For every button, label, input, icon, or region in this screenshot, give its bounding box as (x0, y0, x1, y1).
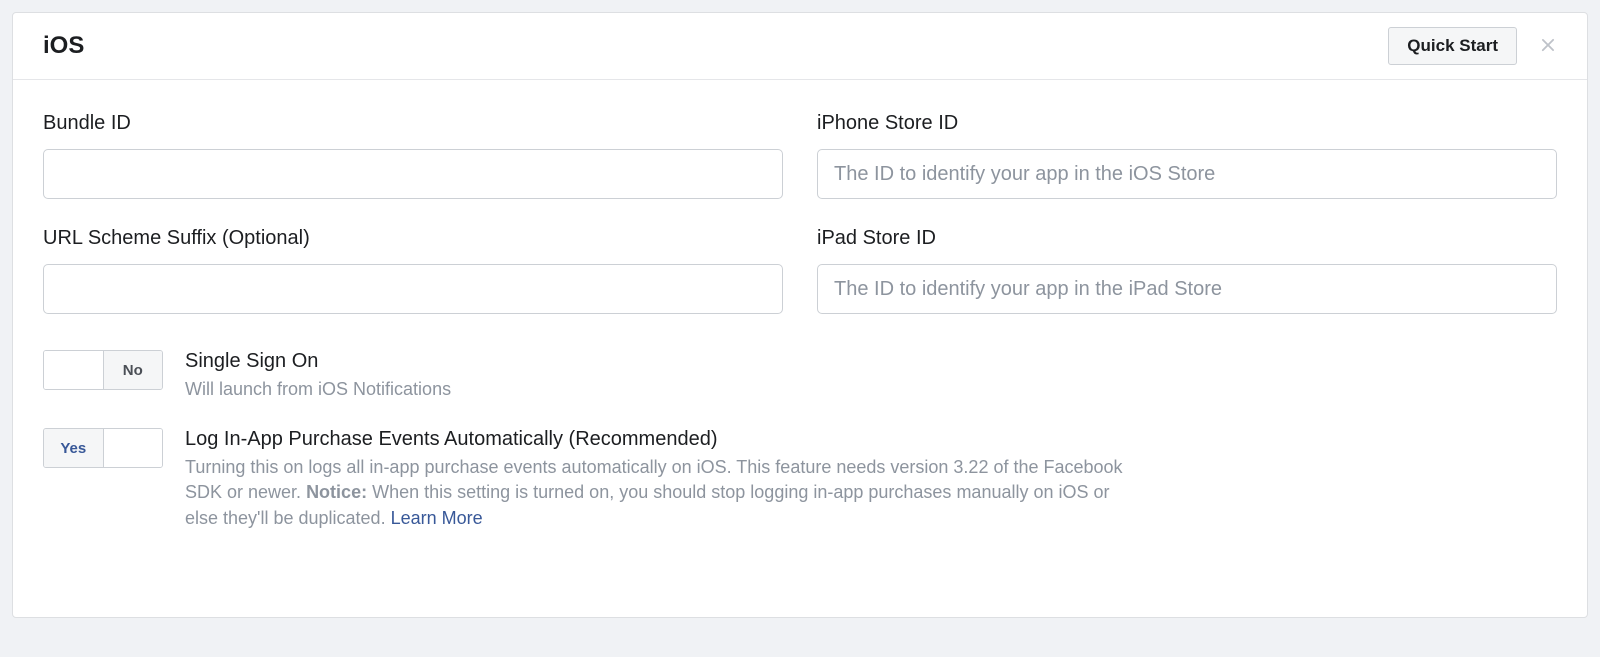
sso-toggle[interactable]: No (43, 350, 163, 390)
iap-text: Log In-App Purchase Events Automatically… (185, 428, 1557, 531)
bundle-id-label: Bundle ID (43, 112, 783, 135)
sso-title: Single Sign On (185, 350, 1557, 373)
ipad-store-id-group: iPad Store ID (817, 227, 1557, 314)
field-grid: Bundle ID iPhone Store ID URL Scheme Suf… (43, 112, 1557, 314)
sso-toggle-no[interactable]: No (104, 351, 163, 389)
close-icon (1537, 34, 1559, 59)
iphone-store-id-input[interactable] (817, 149, 1557, 199)
url-scheme-suffix-label: URL Scheme Suffix (Optional) (43, 227, 783, 250)
iap-toggle[interactable]: Yes (43, 428, 163, 468)
iap-toggle-no[interactable] (104, 429, 163, 467)
ios-settings-panel: iOS Quick Start Bundle ID iPhone Store I… (12, 12, 1588, 618)
iphone-store-id-label: iPhone Store ID (817, 112, 1557, 135)
iap-row: Yes Log In-App Purchase Events Automatic… (43, 428, 1557, 531)
sso-toggle-yes[interactable] (44, 351, 103, 389)
quick-start-button[interactable]: Quick Start (1388, 27, 1517, 65)
url-scheme-suffix-input[interactable] (43, 264, 783, 314)
url-scheme-suffix-group: URL Scheme Suffix (Optional) (43, 227, 783, 314)
iap-title: Log In-App Purchase Events Automatically… (185, 428, 1557, 451)
sso-text: Single Sign On Will launch from iOS Noti… (185, 350, 1557, 402)
bundle-id-input[interactable] (43, 149, 783, 199)
bundle-id-group: Bundle ID (43, 112, 783, 199)
ipad-store-id-input[interactable] (817, 264, 1557, 314)
iap-desc: Turning this on logs all in-app purchase… (185, 455, 1145, 531)
iap-notice-label: Notice: (306, 482, 367, 502)
page-title: iOS (43, 32, 84, 60)
sso-desc: Will launch from iOS Notifications (185, 377, 1145, 402)
header-actions: Quick Start (1388, 27, 1563, 65)
panel-header: iOS Quick Start (13, 13, 1587, 80)
panel-body: Bundle ID iPhone Store ID URL Scheme Suf… (13, 80, 1587, 617)
ipad-store-id-label: iPad Store ID (817, 227, 1557, 250)
sso-row: No Single Sign On Will launch from iOS N… (43, 350, 1557, 402)
close-button[interactable] (1533, 30, 1563, 63)
iap-toggle-yes[interactable]: Yes (44, 429, 103, 467)
iphone-store-id-group: iPhone Store ID (817, 112, 1557, 199)
learn-more-link[interactable]: Learn More (391, 508, 483, 528)
